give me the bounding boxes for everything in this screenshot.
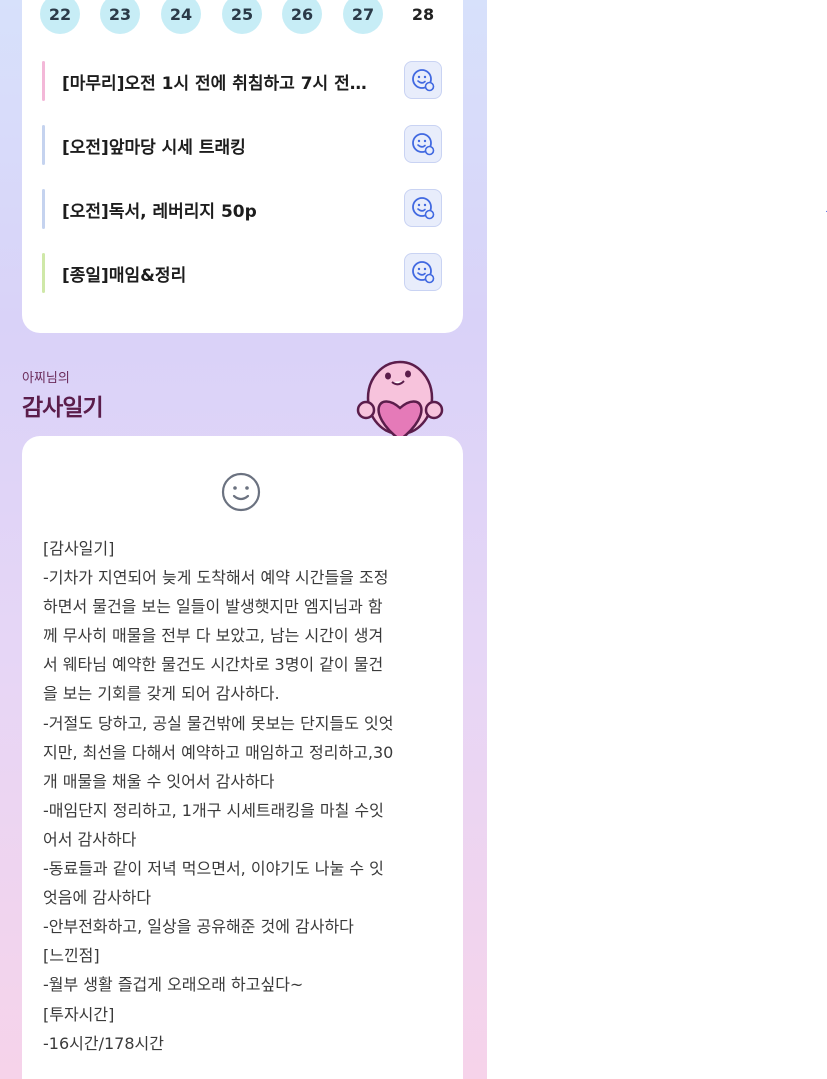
diary-line: -안부전화하고, 일상을 공유해준 것에 감사하다 bbox=[43, 917, 354, 937]
diary-line: [투자시간] bbox=[43, 1004, 115, 1024]
diary-line: -기차가 지연되어 늦게 도착해서 예약 시간들을 조정 bbox=[43, 568, 389, 588]
calendar-day[interactable]: 23 bbox=[100, 0, 140, 34]
task-label: [오전]독서, 레버리지 50p bbox=[62, 202, 257, 222]
smiley-add-icon bbox=[412, 197, 435, 220]
diary-line: -16시간/178시간 bbox=[43, 1033, 164, 1053]
calendar-day[interactable]: 26 bbox=[282, 0, 322, 34]
week-calendar: 22 23 24 25 26 27 28 bbox=[40, 0, 440, 36]
add-reaction-button[interactable] bbox=[404, 189, 442, 227]
diary-line: -매임단지 정리하고, 1개구 시세트래킹을 마칠 수잇 bbox=[43, 800, 384, 820]
diary-text: [감사일기] -기차가 지연되어 늦게 도착해서 예약 시간들을 조정 하면서 … bbox=[43, 534, 453, 1058]
add-reaction-button[interactable] bbox=[404, 61, 442, 99]
calendar-day-selected[interactable]: 28 bbox=[403, 0, 443, 34]
section-owner: 아찌님의 bbox=[22, 371, 70, 386]
task-accent-bar bbox=[42, 189, 45, 229]
task-label: [오전]앞마당 시세 트래킹 bbox=[62, 138, 246, 158]
diary-line: [감사일기] bbox=[43, 539, 115, 558]
calendar-day[interactable]: 24 bbox=[161, 0, 201, 34]
add-reaction-button[interactable] bbox=[404, 253, 442, 291]
mascot-illustration bbox=[356, 360, 444, 440]
task-item[interactable]: [종일]매임&정리 bbox=[42, 253, 444, 293]
smiley-add-icon bbox=[412, 133, 435, 156]
diary-line: -동료들과 같이 저녁 먹으면서, 이야기도 나눌 수 잇 bbox=[43, 859, 384, 879]
diary-line: 지만, 최선을 다해서 예약하고 매임하고 정리하고,30 bbox=[43, 742, 394, 762]
task-item[interactable]: [마무리]오전 1시 전에 취침하고 7시 전에 기상 bbox=[42, 61, 444, 101]
section-title: 감사일기 bbox=[22, 395, 104, 421]
task-accent-bar bbox=[42, 125, 45, 165]
task-label: [마무리]오전 1시 전에 취침하고 7시 전에 기상 bbox=[62, 74, 382, 94]
task-label: [종일]매임&정리 bbox=[62, 266, 187, 286]
diary-line: 개 매물을 채울 수 잇어서 감사하다 bbox=[43, 771, 275, 791]
add-reaction-button[interactable] bbox=[404, 125, 442, 163]
calendar-day[interactable]: 25 bbox=[222, 0, 262, 34]
diary-line: -월부 생활 즐겁게 오래오래 하고싶다~ bbox=[43, 975, 304, 995]
diary-line: -거절도 당하고, 공실 물건밖에 못보는 단지들도 잇엇 bbox=[43, 713, 394, 733]
smiley-add-icon bbox=[412, 261, 435, 284]
diary-line: 엇음에 감사하다 bbox=[43, 888, 152, 908]
diary-line: 하면서 물건을 보는 일들이 발생햇지만 엠지님과 함 bbox=[43, 597, 383, 617]
smiley-icon[interactable] bbox=[219, 470, 263, 514]
smiley-add-icon bbox=[412, 69, 435, 92]
calendar-day[interactable]: 22 bbox=[40, 0, 80, 34]
diary-line: 어서 감사하다 bbox=[43, 829, 137, 849]
diary-line: 께 무사히 매물을 전부 다 보았고, 남는 시간이 생겨 bbox=[43, 626, 384, 646]
task-accent-bar bbox=[42, 61, 45, 101]
diary-line: 서 웨타님 예약한 물건도 시간차로 3명이 같이 물건 bbox=[43, 655, 384, 675]
diary-panel: 22 23 24 25 26 27 28 [마무리]오전 1시 전에 취침하고 … bbox=[0, 0, 487, 1079]
task-accent-bar bbox=[42, 253, 45, 293]
task-item[interactable]: [오전]앞마당 시세 트래킹 bbox=[42, 125, 444, 165]
task-item[interactable]: [오전]독서, 레버리지 50p bbox=[42, 189, 444, 229]
diary-line: [느낀점] bbox=[43, 946, 100, 966]
calendar-day[interactable]: 27 bbox=[343, 0, 383, 34]
diary-line: 을 보는 기회를 갖게 되어 감사하다. bbox=[43, 684, 280, 704]
